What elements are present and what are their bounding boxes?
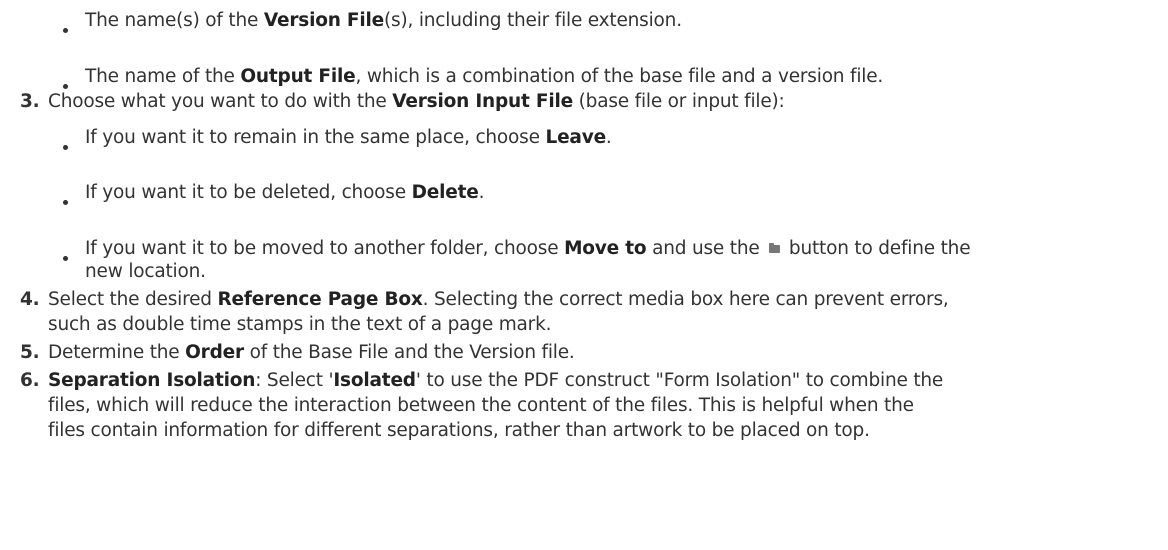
list-bullet	[63, 200, 68, 205]
step-number: 4.	[20, 289, 40, 310]
list-bullet	[63, 84, 68, 89]
step-number: 5.	[20, 342, 40, 363]
step-5-text: Determine the Order of the Base File and…	[48, 342, 575, 363]
step-4-text: Select the desired Reference Page Box. S…	[48, 289, 949, 310]
list-item-delete: If you want it to be deleted, choose Del…	[85, 182, 485, 203]
list-item-leave: If you want it to remain in the same pla…	[85, 127, 612, 148]
step-number: 3.	[20, 91, 40, 112]
step-6-text-continued-2: files contain information for different …	[48, 420, 870, 441]
list-bullet	[63, 145, 68, 150]
step-number: 6.	[20, 370, 40, 391]
step-4-text-continued: such as double time stamps in the text o…	[48, 314, 552, 335]
folder-icon	[769, 243, 781, 253]
list-item-move-to-continued: new location.	[85, 261, 206, 282]
document-body: The name(s) of the Version File(s), incl…	[0, 0, 1168, 550]
list-item-output-file: The name of the Output File, which is a …	[85, 66, 884, 87]
step-6-text-continued: files, which will reduce the interaction…	[48, 395, 914, 416]
step-3-text: Choose what you want to do with the Vers…	[48, 91, 785, 112]
list-bullet	[63, 256, 68, 261]
list-item-move-to: If you want it to be moved to another fo…	[85, 238, 971, 259]
list-bullet	[63, 28, 68, 33]
step-6-text: Separation Isolation: Select 'Isolated' …	[48, 370, 944, 391]
list-item-version-file: The name(s) of the Version File(s), incl…	[85, 10, 682, 31]
